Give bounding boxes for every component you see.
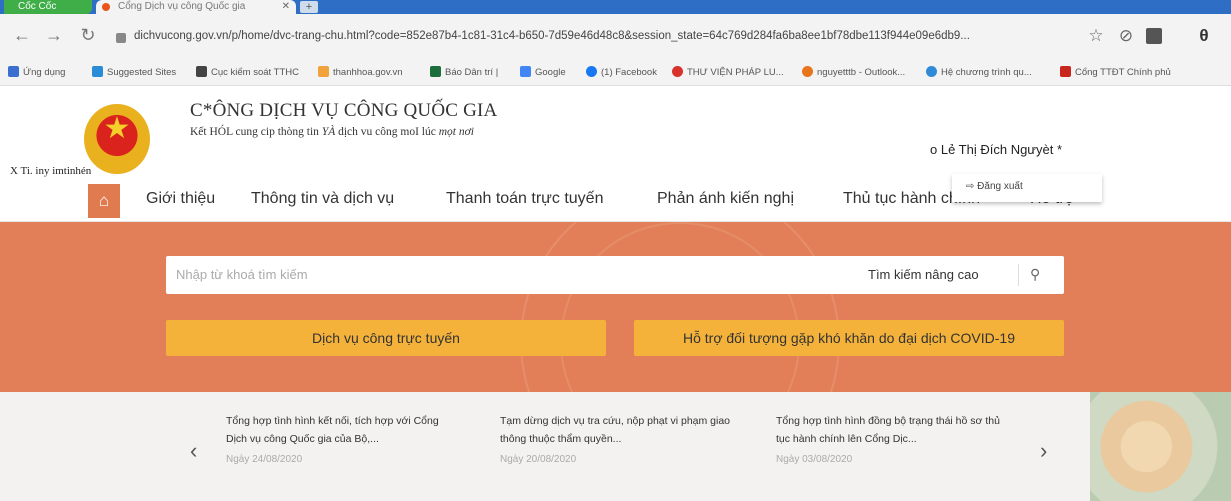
bookmarks-bar: Ứng dụng Suggested Sites Cục kiểm soát T… — [0, 60, 1231, 86]
home-icon[interactable]: ⌂ — [88, 184, 120, 218]
user-account-menu[interactable]: o Lẻ Thị Đích Ngưyèt * — [930, 142, 1062, 157]
news-item[interactable]: Tạm dừng dịch vụ tra cứu, nộp phạt vi ph… — [500, 412, 735, 465]
outlook-icon — [802, 66, 813, 77]
bookmark-item[interactable]: Ứng dụng — [8, 66, 65, 78]
shield-icon[interactable]: ⊘ — [1116, 26, 1136, 46]
new-tab-button[interactable]: + — [300, 1, 318, 13]
tab-title: Cổng Dịch vụ công Quốc gia — [118, 1, 246, 12]
bookmark-item[interactable]: Cổng TTĐT Chính phủ — [1060, 66, 1171, 78]
extension-icon[interactable] — [1146, 28, 1162, 44]
logout-link[interactable]: Đăng xuất — [977, 181, 1023, 192]
tab-active[interactable]: Cổng Dịch vụ công Quốc gia ✕ — [96, 0, 296, 14]
nav-item-phan-anh[interactable]: Phản ánh kiến nghị — [657, 190, 794, 208]
search-input[interactable] — [176, 267, 776, 282]
bookmark-item[interactable]: Báo Dân trí | — [430, 66, 498, 78]
user-dropdown: ⇨ Đăng xuất — [952, 174, 1102, 202]
bookmark-item[interactable]: Hệ chương trình qu... — [926, 66, 1032, 78]
browser-toolbar: ← → ↻ dichvucong.gov.vn/p/home/dvc-trang… — [0, 14, 1231, 60]
national-emblem-logo[interactable]: ★ — [84, 104, 150, 174]
library-icon — [672, 66, 683, 77]
covid-support-button[interactable]: Hỗ trợ đối tượng gặp khó khăn do đại dịc… — [634, 320, 1064, 356]
news-title[interactable]: Tổng hợp tình hình đồng bộ trạng thái hồ… — [776, 412, 1011, 448]
browser-logo-tab[interactable]: Cốc Cốc — [4, 0, 92, 14]
globe-icon — [926, 66, 937, 77]
bookmark-item[interactable]: (1) Facebook — [586, 66, 657, 78]
browser-tab-strip: Cốc Cốc Cổng Dịch vụ công Quốc gia ✕ + — [0, 0, 1231, 14]
hero-banner: Tìm kiếm nâng cao ⚲ Dịch vụ công trực tu… — [0, 222, 1231, 392]
nav-item-thong-tin[interactable]: Thông tin và dịch vụ — [251, 190, 394, 208]
bookmark-item[interactable]: Suggested Sites — [92, 66, 176, 78]
reload-icon[interactable]: ↻ — [78, 25, 98, 46]
apps-icon — [8, 66, 19, 77]
logout-icon: ⇨ — [966, 181, 975, 192]
globe-icon — [196, 66, 207, 77]
bookmark-item[interactable]: THƯ VIỆN PHÁP LU... — [672, 66, 784, 78]
star-icon[interactable]: ☆ — [1086, 26, 1106, 46]
news-item[interactable]: Tổng hợp tình hình đồng bộ trạng thái hồ… — [776, 412, 1011, 465]
bookmark-item[interactable]: Google — [520, 66, 566, 78]
site-icon — [318, 66, 329, 77]
bookmark-item[interactable]: nguyetttb - Outlook... — [802, 66, 905, 78]
news-title[interactable]: Tổng hợp tình hình kết nối, tích hợp với… — [226, 412, 461, 448]
close-icon[interactable]: ✕ — [282, 0, 290, 14]
news-carousel: ‹ Tổng hợp tình hình kết nối, tích hợp v… — [0, 392, 1231, 501]
gov-portal-icon — [1060, 66, 1071, 77]
overlay-text: X Ti. iny imtinhén — [10, 165, 92, 177]
online-services-button[interactable]: Dịch vụ công trực tuyến — [166, 320, 606, 356]
suggested-sites-icon — [92, 66, 103, 77]
nav-item-gioi-thieu[interactable]: Giới thiệu — [146, 190, 215, 208]
news-date: Ngày 24/08/2020 — [226, 454, 303, 465]
nav-item-thanh-toan[interactable]: Thanh toán trực tuyến — [446, 190, 603, 208]
facebook-icon — [586, 66, 597, 77]
lock-icon[interactable] — [116, 33, 126, 43]
news-title[interactable]: Tạm dừng dịch vụ tra cứu, nộp phạt vi ph… — [500, 412, 735, 448]
forward-arrow-icon[interactable]: → — [44, 25, 64, 46]
news-date: Ngày 20/08/2020 — [500, 454, 577, 465]
dantri-icon — [430, 66, 441, 77]
bookmark-item[interactable]: Cục kiểm soát TTHC — [196, 66, 299, 78]
tab-favicon-icon — [102, 3, 110, 11]
bookmark-item[interactable]: thanhhoa.gov.vn — [318, 66, 403, 78]
chevron-right-icon[interactable]: › — [1040, 438, 1047, 464]
site-subtitle: Kết HÓL cung cip thòng tin YÀ dịch vu cô… — [190, 126, 474, 138]
address-bar[interactable]: dichvucong.gov.vn/p/home/dvc-trang-chu.h… — [134, 30, 1064, 42]
star-icon: ★ — [103, 112, 131, 145]
back-arrow-icon[interactable]: ← — [12, 25, 32, 46]
search-bar: Tìm kiếm nâng cao ⚲ — [166, 256, 1064, 294]
site-title[interactable]: C*ÔNG DỊCH VỤ CÔNG QUỐC GIA — [190, 100, 497, 122]
search-icon[interactable]: ⚲ — [1030, 266, 1040, 283]
divider — [1018, 264, 1019, 286]
advanced-search-link[interactable]: Tìm kiếm nâng cao — [868, 267, 979, 282]
google-icon — [520, 66, 531, 77]
news-item[interactable]: Tổng hợp tình hình kết nối, tích hợp với… — [226, 412, 461, 465]
browser-menu-icon[interactable]: θ — [1194, 26, 1214, 46]
chevron-left-icon[interactable]: ‹ — [190, 438, 197, 464]
news-date: Ngày 03/08/2020 — [776, 454, 853, 465]
lotus-decoration-image — [1090, 392, 1231, 501]
